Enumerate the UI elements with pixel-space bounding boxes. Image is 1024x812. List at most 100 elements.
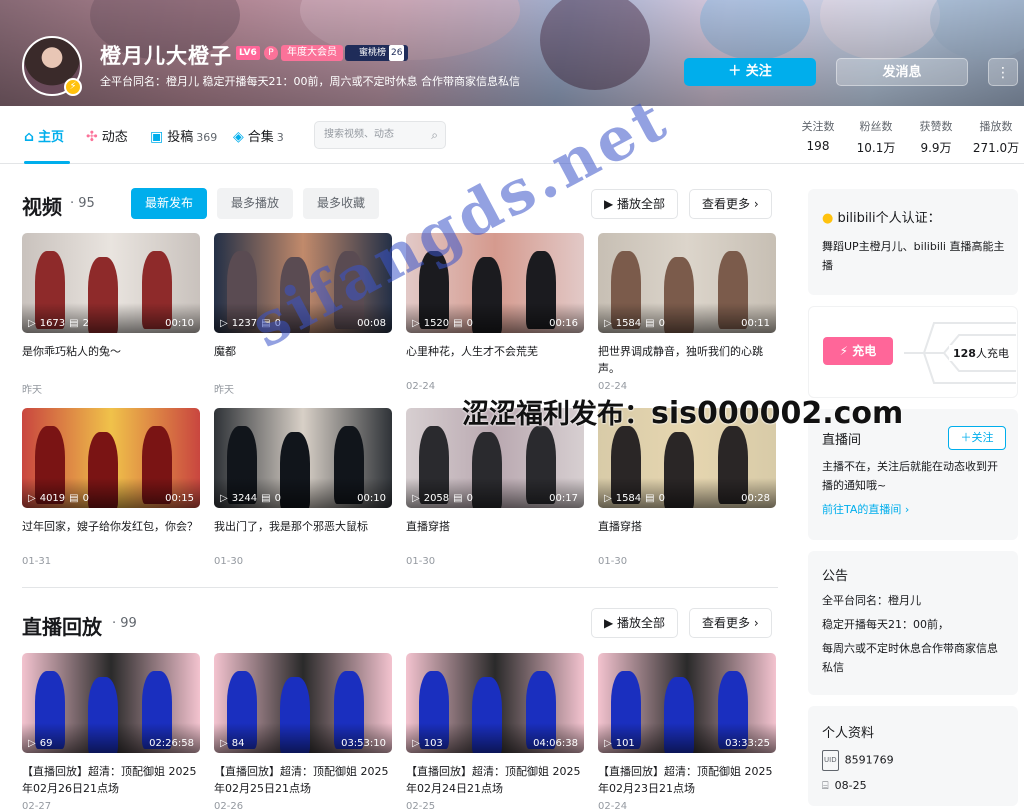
rank-tag[interactable]: 蜜桃榜 26 bbox=[345, 45, 409, 61]
see-more-replays-button[interactable]: 查看更多 › bbox=[689, 608, 772, 638]
lightning-badge-icon: ● bbox=[822, 211, 834, 226]
video-title[interactable]: 过年回家，嫂子给你发红包，你会？ bbox=[22, 518, 200, 552]
videos-section-title[interactable]: 视频 bbox=[22, 191, 62, 220]
live-follow-button[interactable]: ＋关注 bbox=[948, 426, 1006, 450]
follow-button[interactable]: ＋ 关注 bbox=[684, 58, 816, 86]
sort-latest-button[interactable]: 最新发布 bbox=[131, 188, 208, 219]
sort-most-played-button[interactable]: 最多播放 bbox=[217, 188, 294, 219]
message-button[interactable]: 发消息 bbox=[836, 58, 968, 86]
video-title[interactable]: 【直播回放】超清：顶配御姐 2025年02月25日21点场 bbox=[214, 763, 392, 797]
danmaku-count: 0 bbox=[274, 493, 281, 504]
charge-card: ⚡ 充电 128人充电 bbox=[808, 306, 1018, 398]
video-thumbnail[interactable]: ▷ 1237 ▤ 0 00:08 bbox=[214, 233, 392, 333]
go-live-room-link[interactable]: 前往TA的直播间 › bbox=[822, 501, 909, 517]
danmaku-count: 0 bbox=[466, 318, 473, 329]
video-thumbnail[interactable]: ▷ 3244 ▤ 0 00:10 bbox=[214, 408, 392, 508]
video-title[interactable]: 【直播回放】超清：顶配御姐 2025年02月26日21点场 bbox=[22, 763, 200, 797]
charge-suffix: 人充电 bbox=[975, 347, 1009, 360]
replay-card[interactable]: ▷ 103 04:06:38 【直播回放】超清：顶配御姐 2025年02月24日21点… bbox=[406, 653, 584, 812]
more-options-button[interactable]: ⋮ bbox=[988, 58, 1018, 86]
profile-title: 个人资料 bbox=[822, 726, 875, 741]
video-date: 02-27 bbox=[22, 801, 52, 812]
video-title[interactable]: 【直播回放】超清：顶配御姐 2025年02月23日21点场 bbox=[598, 763, 776, 797]
active-tab-indicator bbox=[24, 161, 70, 164]
video-duration: 00:28 bbox=[741, 493, 770, 504]
video-thumbnail[interactable]: ▷ 69 02:26:58 bbox=[22, 653, 200, 753]
see-more-videos-button[interactable]: 查看更多 › bbox=[689, 189, 772, 219]
thumbnail-meta: ▷ 1584 ▤ 0 bbox=[604, 493, 669, 504]
charge-button[interactable]: ⚡ 充电 bbox=[823, 337, 893, 365]
search-icon[interactable]: ⌕ bbox=[431, 122, 438, 148]
replay-card[interactable]: ▷ 101 03:33:25 【直播回放】超清：顶配御姐 2025年02月23日21点… bbox=[598, 653, 776, 812]
charge-count[interactable]: 128人充电 bbox=[949, 345, 1013, 361]
video-thumbnail[interactable]: ▷ 1673 ▤ 2 00:10 bbox=[22, 233, 200, 333]
play-all-button[interactable]: ▶ 播放全部 bbox=[591, 189, 679, 219]
video-duration: 00:15 bbox=[165, 493, 194, 504]
stat-value: 271.0万 bbox=[972, 141, 1020, 155]
danmaku-count: 0 bbox=[658, 318, 665, 329]
live-room-card: 直播间 ＋关注 主播不在，关注后就能在动态收到开播的通知哦~ 前往TA的直播间 … bbox=[808, 409, 1018, 540]
sort-most-favorited-button[interactable]: 最多收藏 bbox=[303, 188, 380, 219]
video-thumbnail[interactable]: ▷ 1520 ▤ 0 00:16 bbox=[406, 233, 584, 333]
video-thumbnail[interactable]: ▷ 2058 ▤ 0 00:17 bbox=[406, 408, 584, 508]
video-title[interactable]: 【直播回放】超清：顶配御姐 2025年02月24日21点场 bbox=[406, 763, 584, 797]
video-title[interactable]: 是你乖巧粘人的兔～ bbox=[22, 343, 200, 377]
user-signature: 全平台同名：橙月儿 稳定开播每天21：00前，周六或不定时休息 合作带商家信息私… bbox=[100, 75, 520, 88]
video-date: 01-31 bbox=[22, 556, 52, 567]
video-title[interactable]: 魔都 bbox=[214, 343, 392, 377]
tab-home[interactable]: ⌂ 主页 bbox=[24, 126, 64, 145]
replay-card[interactable]: ▷ 69 02:26:58 【直播回放】超清：顶配御姐 2025年02月26日21点场… bbox=[22, 653, 200, 812]
play-count: 1584 bbox=[615, 318, 642, 329]
thumbnail-meta: ▷ 3244 ▤ 0 bbox=[220, 493, 285, 504]
replays-play-all-button[interactable]: ▶ 播放全部 bbox=[591, 608, 679, 638]
video-thumbnail[interactable]: ▷ 4019 ▤ 0 00:15 bbox=[22, 408, 200, 508]
video-thumbnail[interactable]: ▷ 101 03:33:25 bbox=[598, 653, 776, 753]
thumbnail-meta: ▷ 4019 ▤ 0 bbox=[28, 493, 93, 504]
stat-fans[interactable]: 粉丝数 10.1万 bbox=[848, 118, 904, 156]
replay-card[interactable]: ▷ 84 03:53:10 【直播回放】超清：顶配御姐 2025年02月25日21点场… bbox=[214, 653, 392, 812]
tab-dynamic[interactable]: ✣ 动态 bbox=[86, 126, 128, 145]
play-count: 1237 bbox=[231, 318, 258, 329]
username: 橙月儿大橙子 bbox=[100, 44, 232, 68]
video-title[interactable]: 直播穿搭 bbox=[406, 518, 584, 552]
video-card[interactable]: ▷ 1237 ▤ 0 00:08 魔都 昨天 bbox=[214, 233, 392, 396]
video-thumbnail[interactable]: ▷ 103 04:06:38 bbox=[406, 653, 584, 753]
video-duration: 00:08 bbox=[357, 318, 386, 329]
tab-collections[interactable]: ◈ 合集 3 bbox=[233, 126, 284, 145]
stat-label: 获赞数 bbox=[919, 120, 953, 133]
video-thumbnail[interactable]: ▷ 84 03:53:10 bbox=[214, 653, 392, 753]
verified-badge-icon: ⚡ bbox=[64, 78, 82, 96]
video-duration: 03:33:25 bbox=[725, 738, 770, 749]
video-card[interactable]: ▷ 1520 ▤ 0 00:16 心里种花，人生才不会荒芜 02-24 bbox=[406, 233, 584, 392]
notice-line: 全平台同名：橙月儿 bbox=[822, 594, 921, 607]
video-card[interactable]: ▷ 1584 ▤ 0 00:28 直播穿搭 01-30 bbox=[598, 408, 776, 567]
video-title[interactable]: 我出门了，我是那个邪恶大鼠标 bbox=[214, 518, 392, 552]
video-card[interactable]: ▷ 3244 ▤ 0 00:10 我出门了，我是那个邪恶大鼠标 01-30 bbox=[214, 408, 392, 567]
tab-posts[interactable]: ▣ 投稿 369 bbox=[150, 126, 217, 145]
video-duration: 04:06:38 bbox=[533, 738, 578, 749]
play-count-icon: ▷ bbox=[220, 318, 228, 329]
video-title[interactable]: 心里种花，人生才不会荒芜 bbox=[406, 343, 584, 377]
video-card[interactable]: ▷ 4019 ▤ 0 00:15 过年回家，嫂子给你发红包，你会？ 01-31 bbox=[22, 408, 200, 567]
video-title[interactable]: 把世界调成静音，独听我们的心跳声。 bbox=[598, 343, 776, 377]
video-thumbnail[interactable]: ▷ 1584 ▤ 0 00:28 bbox=[598, 408, 776, 508]
danmaku-icon: ▤ bbox=[453, 493, 463, 504]
video-title[interactable]: 直播穿搭 bbox=[598, 518, 776, 552]
thumbnail-meta: ▷ 84 bbox=[220, 738, 248, 749]
annual-vip-tag[interactable]: 年度大会员 bbox=[281, 45, 343, 61]
search-input[interactable]: 搜索视频、动态 ⌕ bbox=[314, 121, 446, 149]
video-thumbnail[interactable]: ▷ 1584 ▤ 0 00:11 bbox=[598, 233, 776, 333]
replays-section-title[interactable]: 直播回放 bbox=[22, 611, 102, 640]
video-card[interactable]: ▷ 2058 ▤ 0 00:17 直播穿搭 01-30 bbox=[406, 408, 584, 567]
video-date: 02-26 bbox=[214, 801, 244, 812]
stat-label: 播放数 bbox=[979, 120, 1013, 133]
video-duration: 00:16 bbox=[549, 318, 578, 329]
video-card[interactable]: ▷ 1584 ▤ 0 00:11 把世界调成静音，独听我们的心跳声。 02-24 bbox=[598, 233, 776, 392]
danmaku-count: 0 bbox=[466, 493, 473, 504]
level-badge: LV6 bbox=[236, 46, 260, 60]
birthday-cake-icon: ⌸ bbox=[822, 779, 829, 792]
birthday-value: 08-25 bbox=[834, 779, 867, 792]
stat-following[interactable]: 关注数 198 bbox=[790, 118, 846, 153]
video-card[interactable]: ▷ 1673 ▤ 2 00:10 是你乖巧粘人的兔～ 昨天 bbox=[22, 233, 200, 396]
dynamic-icon: ✣ bbox=[86, 129, 98, 145]
